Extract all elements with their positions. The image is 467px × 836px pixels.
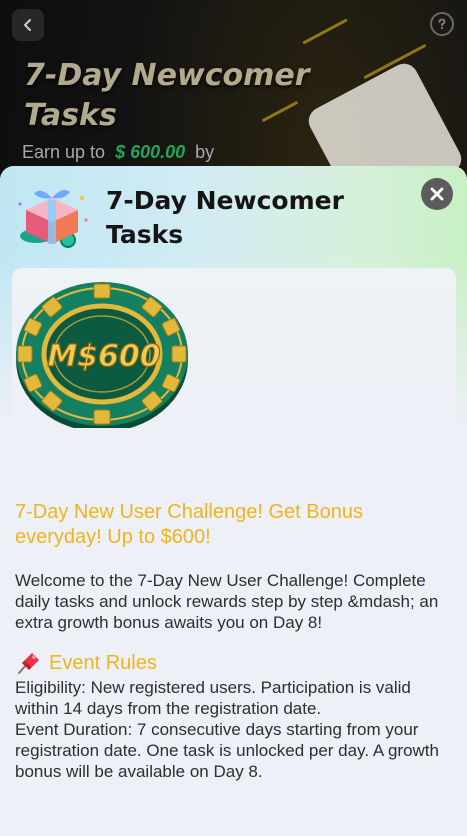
intro-paragraph: Welcome to the 7-Day New User Challenge!… — [15, 571, 439, 632]
chevron-left-icon — [24, 19, 31, 31]
rule-eligibility: Eligibility: New registered users. Parti… — [15, 678, 411, 718]
challenge-headline: 7-Day New User Challenge! Get Bonus ever… — [15, 501, 363, 548]
question-circle-icon — [438, 18, 446, 30]
help-button[interactable] — [430, 12, 454, 36]
chip-label: M$600 — [47, 339, 160, 374]
rule-duration: Event Duration: 7 consecutive days start… — [15, 720, 439, 781]
earn-amount: $ 600.00 — [115, 142, 186, 162]
earn-suffix: by — [195, 142, 215, 162]
sheet-title: 7-Day Newcomer Tasks — [106, 186, 344, 249]
close-icon — [430, 187, 444, 201]
background-earn-text: Earn up to $ 600.00 by — [22, 142, 214, 163]
decorative-streak — [302, 18, 348, 45]
event-rules-heading: Event Rules — [15, 651, 445, 675]
back-button[interactable] — [12, 9, 44, 41]
background-title: 7-Day Newcomer Tasks — [24, 58, 310, 133]
event-rules-title: Event Rules — [49, 651, 157, 674]
casino-chip-illustration: M$600 — [16, 282, 188, 428]
rules-content: 7-Day New User Challenge! Get Bonus ever… — [15, 500, 445, 782]
earn-prefix: Earn up to — [22, 142, 106, 162]
gift-box-icon — [18, 190, 88, 248]
newcomer-tasks-sheet: 7-Day Newcomer Tasks M$600 7-Day New Use… — [0, 166, 467, 836]
close-button[interactable] — [421, 178, 453, 210]
pushpin-icon — [18, 653, 39, 674]
